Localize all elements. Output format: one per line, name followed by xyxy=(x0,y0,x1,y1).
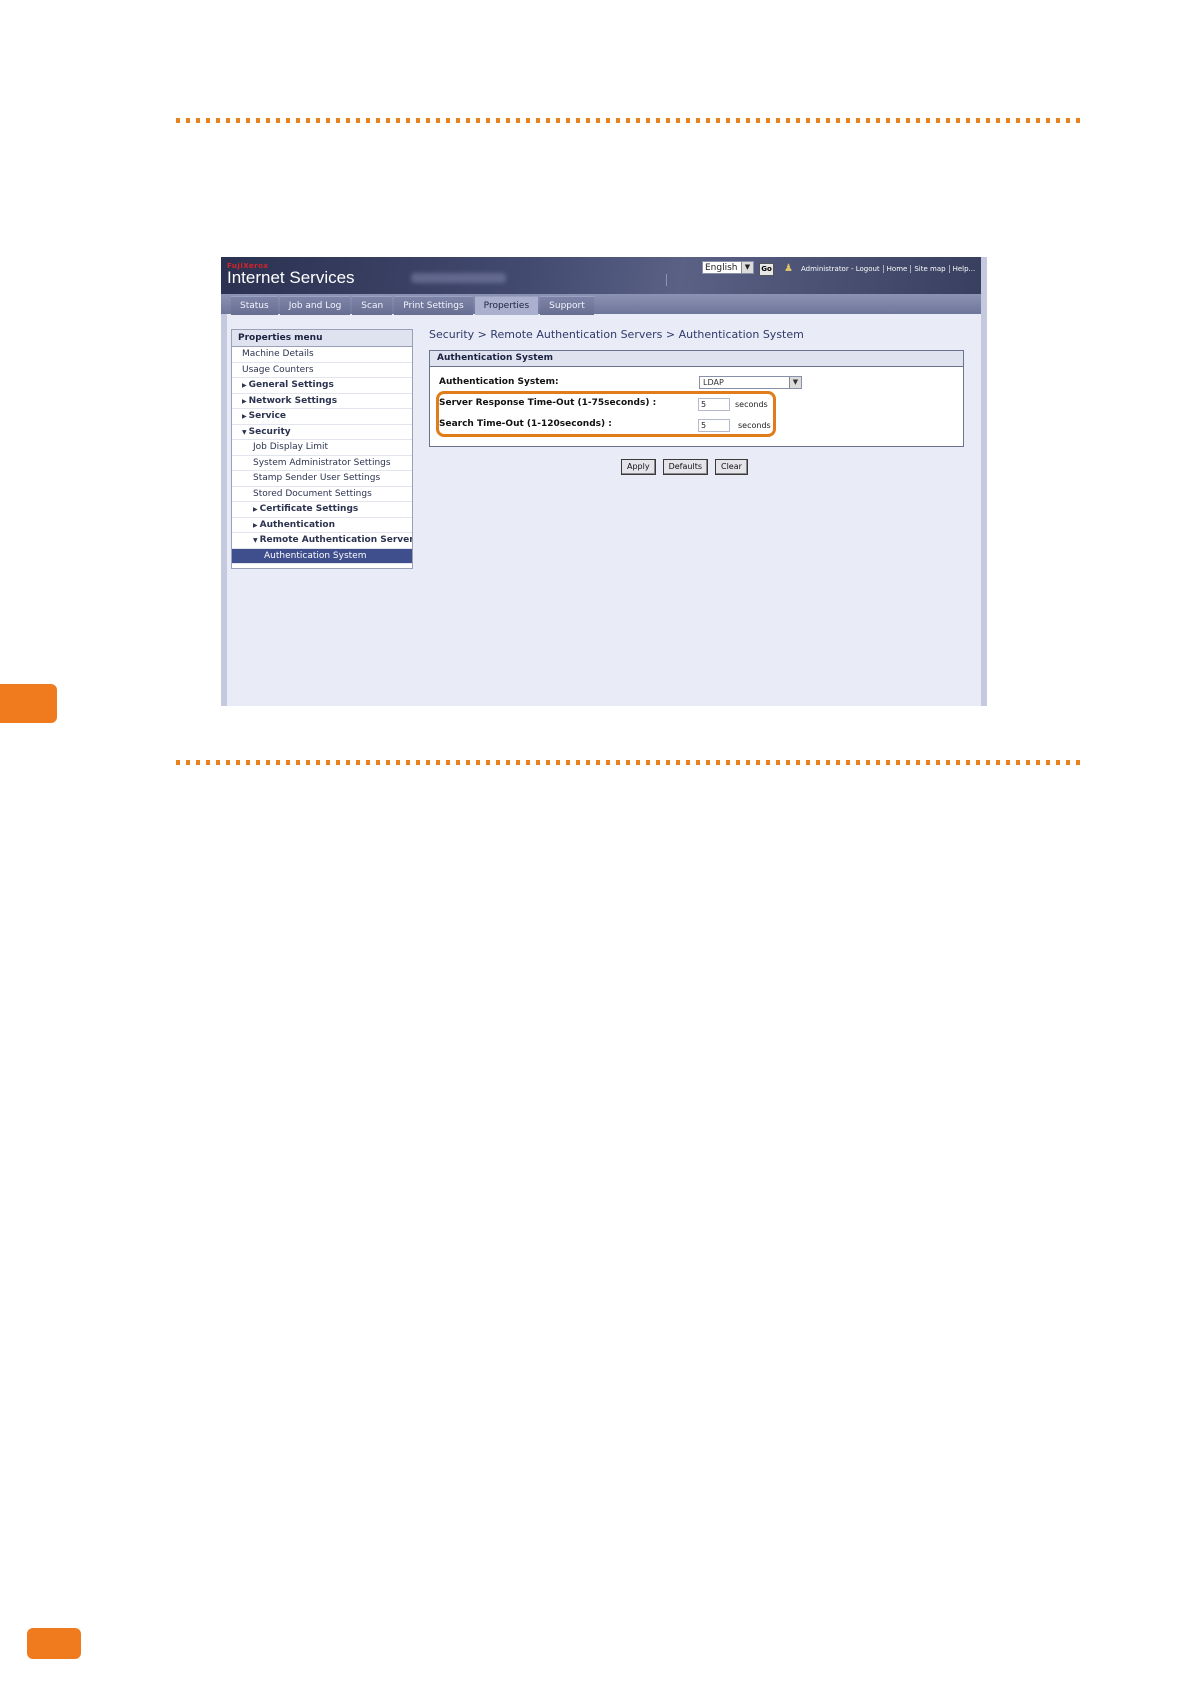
top-links: Administrator - Logout Home Site map Help..… xyxy=(798,265,978,273)
header-divider xyxy=(666,274,667,286)
menu-item-remote-authentication-servers[interactable]: ▼ Remote Authentication Servers xyxy=(232,533,412,549)
menu-item-authentication[interactable]: ▶ Authentication xyxy=(232,518,412,533)
auth-system-select[interactable]: LDAP ▼ xyxy=(699,376,802,389)
site-map-link[interactable]: Site map xyxy=(911,265,950,273)
expand-arrow-icon: ▶ xyxy=(253,506,258,513)
tab-print-settings[interactable]: Print Settings xyxy=(394,296,473,315)
expand-arrow-icon: ▶ xyxy=(242,382,247,389)
expand-arrow-icon: ▶ xyxy=(242,413,247,420)
menu-item-certificate-settings[interactable]: ▶ Certificate Settings xyxy=(232,502,412,518)
expand-arrow-icon: ▶ xyxy=(253,521,258,529)
tab-properties[interactable]: Properties xyxy=(474,296,539,315)
chevron-down-icon: ▼ xyxy=(741,262,753,273)
browser-screenshot: FujiXerox Internet Services English ▼ Go… xyxy=(213,257,987,706)
server-timeout-unit: seconds xyxy=(735,400,768,409)
breadcrumb: Security > Remote Authentication Servers… xyxy=(429,328,804,341)
tab-status[interactable]: Status xyxy=(231,296,278,315)
chapter-tab xyxy=(0,684,57,723)
right-gutter xyxy=(981,257,987,706)
nav-bar: Status Job and Log Scan Print Settings P… xyxy=(221,294,987,315)
menu-item-stored-document-settings[interactable]: Stored Document Settings xyxy=(232,487,412,502)
properties-menu: Properties menu Machine Details Usage Co… xyxy=(231,329,413,569)
menu-item-machine-details[interactable]: Machine Details xyxy=(232,347,412,363)
defaults-button[interactable]: Defaults xyxy=(662,459,708,475)
go-button[interactable]: Go xyxy=(759,263,774,276)
left-gutter xyxy=(221,314,227,706)
menu-item-system-administrator-settings[interactable]: System Administrator Settings xyxy=(232,456,412,471)
chevron-down-icon: ▼ xyxy=(789,377,801,388)
logout-link[interactable]: Administrator - Logout xyxy=(798,265,884,273)
menu-item-service[interactable]: ▶ Service xyxy=(232,409,412,425)
tab-support[interactable]: Support xyxy=(540,296,594,315)
search-timeout-input[interactable]: 5 xyxy=(698,419,730,432)
menu-item-network-settings[interactable]: ▶ Network Settings xyxy=(232,394,412,409)
menu-item-job-display-limit[interactable]: Job Display Limit xyxy=(232,440,412,456)
app-header: FujiXerox Internet Services English ▼ Go… xyxy=(221,257,987,294)
menu-title: Properties menu xyxy=(232,330,412,347)
page-number-tab xyxy=(27,1628,81,1659)
menu-item-general-settings[interactable]: ▶ General Settings xyxy=(232,378,412,394)
menu-item-authentication-system[interactable]: Authentication System xyxy=(232,548,412,564)
user-icon: ♟ xyxy=(784,263,793,274)
collapse-arrow-icon: ▼ xyxy=(253,537,258,544)
form-buttons: Apply Defaults Clear xyxy=(621,459,748,475)
server-timeout-label: Server Response Time-Out (1-75seconds) : xyxy=(439,398,657,408)
search-timeout-label: Search Time-Out (1-120seconds) : xyxy=(439,419,612,429)
help-link[interactable]: Help... xyxy=(950,265,979,273)
menu-item-security[interactable]: ▼ Security xyxy=(232,425,412,440)
clear-button[interactable]: Clear xyxy=(715,459,748,475)
menu-item-usage-counters[interactable]: Usage Counters xyxy=(232,363,412,378)
top-dotted-divider xyxy=(176,118,1082,123)
app-title: Internet Services xyxy=(227,268,355,287)
apply-button[interactable]: Apply xyxy=(621,459,656,475)
bottom-dotted-divider xyxy=(176,760,1082,765)
server-timeout-input[interactable]: 5 xyxy=(698,398,730,411)
search-timeout-unit: seconds xyxy=(738,421,771,430)
blurred-device-name xyxy=(411,273,506,283)
tab-job-and-log[interactable]: Job and Log xyxy=(279,296,351,315)
collapse-arrow-icon: ▼ xyxy=(242,428,247,436)
menu-item-stamp-sender-user-settings[interactable]: Stamp Sender User Settings xyxy=(232,471,412,487)
language-select[interactable]: English ▼ xyxy=(702,261,754,274)
auth-system-label: Authentication System: xyxy=(439,377,559,387)
authentication-system-panel: Authentication System Authentication Sys… xyxy=(429,350,964,447)
tab-scan[interactable]: Scan xyxy=(352,296,393,315)
home-link[interactable]: Home xyxy=(883,265,912,273)
panel-title: Authentication System xyxy=(430,351,963,367)
window-edge xyxy=(213,257,221,706)
expand-arrow-icon: ▶ xyxy=(242,397,247,405)
